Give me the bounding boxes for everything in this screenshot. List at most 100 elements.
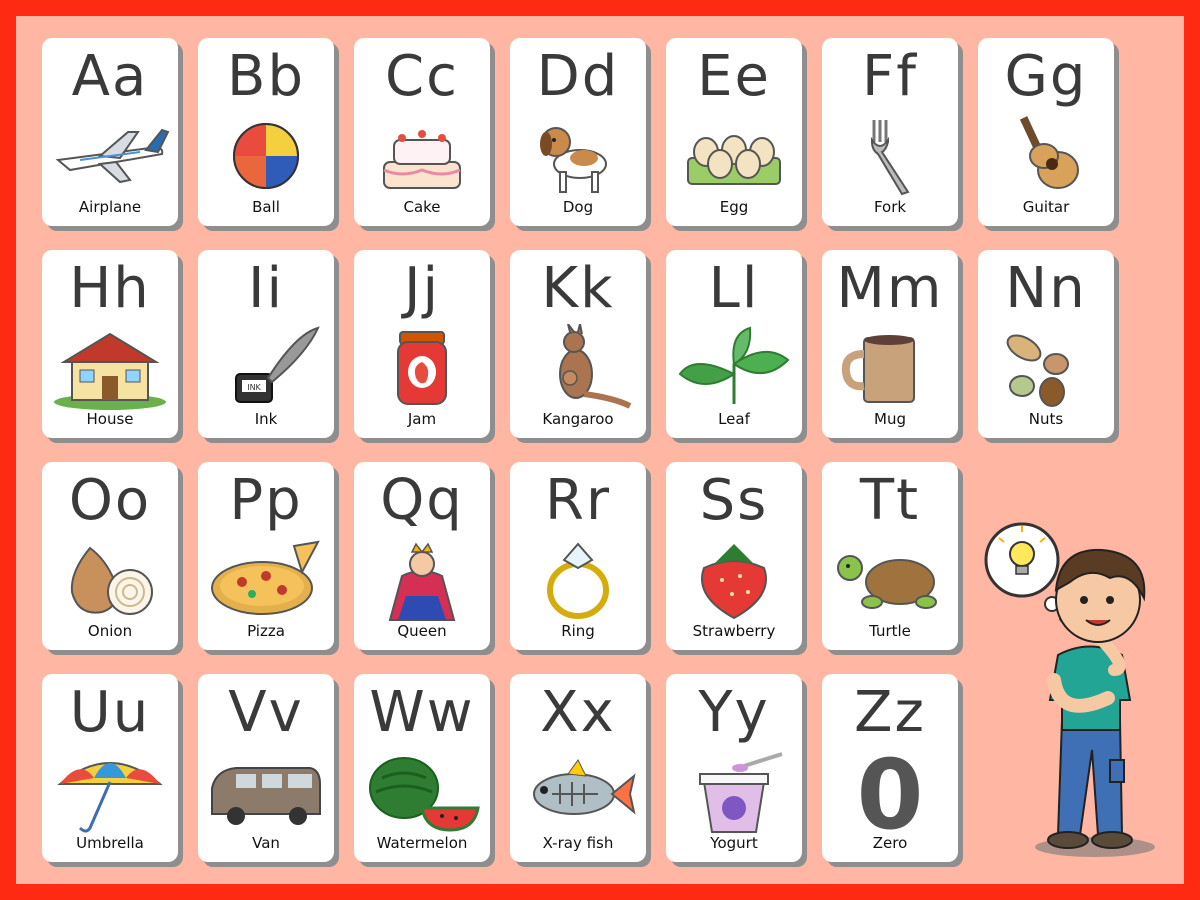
card-word: Ink	[254, 410, 278, 428]
card-word: Strawberry	[692, 622, 776, 640]
letter-pair: Ll	[666, 254, 802, 324]
jam-icon	[362, 324, 482, 410]
van-icon	[206, 748, 326, 834]
letter-card-q: Qq Queen	[354, 462, 490, 650]
house-icon	[50, 324, 170, 410]
lowercase-letter: q	[426, 468, 464, 533]
card-word: House	[86, 410, 134, 428]
letter-card-v: Vv Van	[198, 674, 334, 862]
uppercase-letter: S	[699, 468, 738, 533]
card-word: Yogurt	[710, 834, 758, 852]
card-word: Nuts	[1028, 410, 1064, 428]
card-word: Kangaroo	[542, 410, 614, 428]
thinking-boy	[980, 520, 1180, 870]
letter-card-w: Ww Watermelon	[354, 674, 490, 862]
card-word: Turtle	[869, 622, 911, 640]
egg-icon	[674, 112, 794, 198]
uppercase-letter: Y	[698, 680, 735, 745]
mug-icon	[830, 324, 950, 410]
letter-card-z: Zz 0 Zero	[822, 674, 958, 862]
letter-pair: Cc	[354, 42, 490, 112]
letter-card-h: Hh House	[42, 250, 178, 438]
lowercase-letter: i	[266, 256, 285, 321]
uppercase-letter: L	[708, 256, 742, 321]
card-word: Ring	[561, 622, 595, 640]
lowercase-letter: g	[1049, 44, 1088, 109]
strawberry-icon	[674, 536, 794, 622]
uppercase-letter: H	[69, 256, 114, 321]
lowercase-letter: z	[894, 680, 926, 745]
uppercase-letter: F	[862, 44, 897, 109]
letter-card-k: Kk Kangaroo	[510, 250, 646, 438]
letter-pair: Hh	[42, 254, 178, 324]
uppercase-letter: T	[859, 468, 897, 533]
letter-pair: Mm	[822, 254, 958, 324]
letter-card-t: Tt Turtle	[822, 462, 958, 650]
lowercase-letter: y	[734, 680, 770, 745]
letter-card-n: Nn Nuts	[978, 250, 1114, 438]
letter-pair: Ss	[666, 466, 802, 536]
letter-pair: Uu	[42, 678, 178, 748]
uppercase-letter: N	[1005, 256, 1050, 321]
lowercase-letter: b	[267, 44, 305, 109]
uppercase-letter: Z	[854, 680, 895, 745]
letter-card-b: Bb Ball	[198, 38, 334, 226]
uppercase-letter: I	[247, 256, 267, 321]
card-word: Queen	[397, 622, 447, 640]
letter-card-a: Aa Airplane	[42, 38, 178, 226]
uppercase-letter: P	[229, 468, 266, 533]
letter-card-m: Mm Mug	[822, 250, 958, 438]
lowercase-letter: t	[896, 468, 921, 533]
zero-icon: 0	[830, 748, 950, 834]
uppercase-letter: O	[68, 468, 115, 533]
card-word: Dog	[562, 198, 594, 216]
letter-card-y: Yy Yogurt	[666, 674, 802, 862]
umbrella-icon	[50, 748, 170, 834]
lowercase-letter: j	[422, 256, 441, 321]
lowercase-letter: f	[896, 44, 918, 109]
uppercase-letter: V	[228, 680, 269, 745]
letter-card-g: Gg Guitar	[978, 38, 1114, 226]
letter-pair: Zz	[822, 678, 958, 748]
fork-icon	[830, 112, 950, 198]
uppercase-letter: E	[697, 44, 735, 109]
uppercase-letter: G	[1004, 44, 1050, 109]
lowercase-letter: p	[265, 468, 303, 533]
card-word: Van	[252, 834, 280, 852]
card-word: Ball	[252, 198, 280, 216]
letter-card-c: Cc Cake	[354, 38, 490, 226]
kangaroo-icon	[518, 324, 638, 410]
turtle-icon	[830, 536, 950, 622]
cake-icon	[362, 112, 482, 198]
ball-icon	[206, 112, 326, 198]
icon-label: 0	[857, 748, 924, 834]
icon-label: INK	[247, 383, 261, 392]
letter-card-r: Rr Ring	[510, 462, 646, 650]
lowercase-letter: u	[112, 680, 151, 745]
letter-pair: Tt	[822, 466, 958, 536]
lowercase-letter: r	[585, 468, 611, 533]
card-word: Pizza	[247, 622, 285, 640]
lowercase-letter: x	[580, 680, 616, 745]
letter-card-x: Xx X-ray fish	[510, 674, 646, 862]
lowercase-letter: a	[111, 44, 149, 109]
uppercase-letter: Q	[380, 468, 427, 533]
letter-card-e: Ee Egg	[666, 38, 802, 226]
letter-card-u: Uu Umbrella	[42, 674, 178, 862]
lowercase-letter: e	[734, 44, 771, 109]
lowercase-letter: l	[741, 256, 760, 321]
dog-icon	[518, 112, 638, 198]
letter-pair: Ww	[354, 678, 490, 748]
uppercase-letter: C	[385, 44, 427, 109]
letter-pair: Dd	[510, 42, 646, 112]
lowercase-letter: c	[426, 44, 459, 109]
uppercase-letter: J	[403, 256, 423, 321]
uppercase-letter: B	[227, 44, 268, 109]
guitar-icon	[986, 112, 1106, 198]
letter-card-f: Ff Fork	[822, 38, 958, 226]
lowercase-letter: d	[581, 44, 620, 109]
lowercase-letter: w	[426, 680, 475, 745]
card-word: Umbrella	[76, 834, 144, 852]
letter-pair: Yy	[666, 678, 802, 748]
leaf-icon	[674, 324, 794, 410]
